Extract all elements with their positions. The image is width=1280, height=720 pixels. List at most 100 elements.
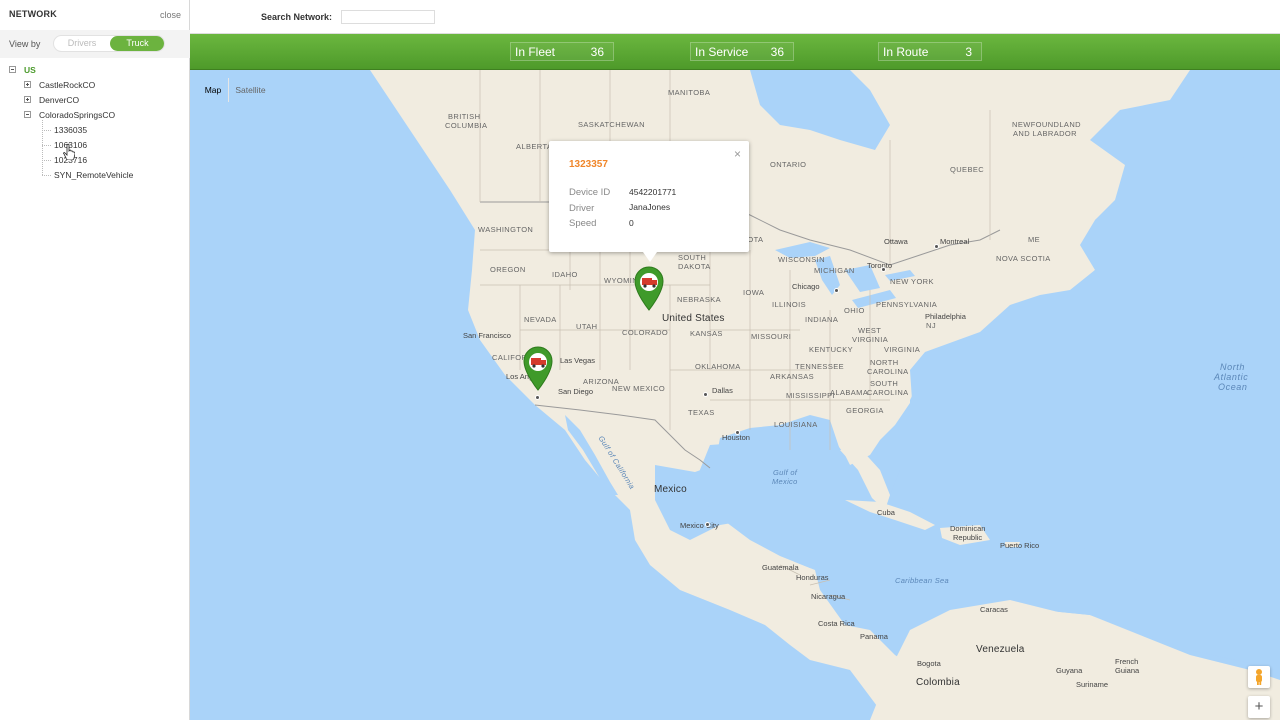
label-san-diego: San Diego [558,387,594,396]
label-united-states: United States [662,313,725,324]
label-toronto: Toronto [867,261,893,270]
stat-label: In Route [883,45,929,59]
label-french-guiana: French [1115,657,1139,666]
tree-node-castlerock[interactable]: CastleRockCO [39,80,95,90]
city-dot-toronto [881,267,886,272]
label-chicago: Chicago [792,282,820,291]
driver-value: JanaJones [629,202,671,212]
label-mexico: Mexico [654,484,687,495]
zoom-in-button[interactable]: + [1248,696,1270,718]
label-west-virginia: WEST [858,326,882,335]
label-texas: TEXAS [688,408,715,417]
label-south-dakota: SOUTH [678,253,707,262]
label-suriname: Suriname [1076,680,1109,689]
label-colorado: COLORADO [622,328,669,337]
stat-label: In Service [695,45,749,59]
label-ontario: ONTARIO [770,160,807,169]
map-canvas[interactable]: MANITOBA BRITISH COLUMBIA ALBERTA SASKAT… [190,70,1280,720]
label-wisconsin: WISCONSIN [778,255,825,264]
search-network-input[interactable] [341,10,435,24]
fleet-stats-bar: In Fleet 36 In Service 36 In Route 3 [190,34,1280,70]
close-icon[interactable]: × [734,147,741,161]
label-idaho: IDAHO [552,270,578,279]
tree-leaf-vehicle[interactable]: SYN_RemoteVehicle [54,170,133,180]
label-indiana: INDIANA [805,315,839,324]
stat-label: In Fleet [515,45,556,59]
label-alberta: ALBERTA [516,142,553,151]
vehicle-info-window: × 1323357 Device ID 4542201771 Driver Ja… [549,141,749,262]
map-type-map-button[interactable]: Map [198,78,228,102]
speed-value: 0 [629,218,634,228]
label-louisiana: LOUISIANA [774,420,818,429]
tree-node-coloradosprings[interactable]: ColoradoSpringsCO [39,110,115,120]
tree-connector [42,130,51,131]
tree-node-us[interactable]: US [24,65,36,75]
stat-value: 36 [770,45,784,59]
street-view-pegman-icon[interactable] [1248,666,1270,688]
label-new-york: NEW YORK [890,277,934,286]
tree-connector [42,120,43,175]
view-by-toggle: Drivers Truck [53,35,165,52]
label-arkansas: ARKANSAS [770,372,815,381]
label-newfoundland: NEWFOUNDLAND [1012,120,1081,129]
label-oregon: OREGON [490,265,526,274]
collapse-toggle-coloradosprings[interactable] [24,111,31,118]
view-drivers-button[interactable]: Drivers [54,36,110,51]
label-puerto-rico: Puerto Rico [1000,541,1040,550]
vehicle-marker-icon[interactable] [632,265,666,311]
label-ohio: OHIO [844,306,865,315]
label-nova-scotia: NOVA SCOTIA [996,254,1051,263]
label-nj: NJ [926,321,936,330]
view-truck-button[interactable]: Truck [110,36,164,51]
label-north-carolina: NORTH [870,358,899,367]
tree-connector [42,175,51,176]
label-panama: Panama [860,632,888,641]
driver-label: Driver [569,203,595,214]
label-mississippi: MISSISSIPPI [786,391,835,400]
label-french-guiana: Guiana [1115,666,1140,675]
city-dot-mexico-city [705,522,710,527]
tree-connector [42,145,51,146]
label-quebec: QUEBEC [950,165,985,174]
map-type-satellite-button[interactable]: Satellite [228,78,272,102]
vehicle-marker-icon[interactable] [521,345,555,391]
view-by-row: View by Drivers Truck [0,30,190,58]
stat-value: 3 [965,45,972,59]
pegman-icon [1256,669,1262,685]
city-dot-dallas [703,392,708,397]
label-honduras: Honduras [796,573,829,582]
label-virginia: VIRGINIA [884,345,921,354]
label-newfoundland: AND LABRADOR [1013,129,1077,138]
label-north-atlantic: North [1220,362,1246,372]
label-kentucky: KENTUCKY [809,345,854,354]
stat-value: 36 [590,45,604,59]
tree-connector [42,160,51,161]
expand-toggle-castlerock[interactable] [24,81,31,88]
label-british-columbia: COLUMBIA [445,121,488,130]
label-ottawa: Ottawa [884,237,908,246]
label-new-mexico: NEW MEXICO [612,384,666,393]
stat-in-fleet: In Fleet 36 [510,42,614,61]
label-north-atlantic: Atlantic [1214,372,1249,382]
collapse-toggle-us[interactable] [9,66,16,73]
search-network-label: Search Network: [261,12,333,22]
city-dot-chicago [834,288,839,293]
label-nevada: NEVADA [524,315,557,324]
label-colombia: Colombia [916,677,960,688]
label-caracas: Caracas [980,605,1008,614]
label-west-virginia: VIRGINIA [852,335,889,344]
label-british-columbia: BRITISH [448,112,481,121]
stat-in-service: In Service 36 [690,42,794,61]
label-bogota: Bogota [917,659,941,668]
tree-leaf-vehicle[interactable]: 1336035 [54,125,87,135]
label-tennessee: TENNESSEE [795,362,845,371]
label-iowa: IOWA [743,288,765,297]
label-cuba: Cuba [877,508,895,517]
expand-toggle-denver[interactable] [24,96,31,103]
label-north-atlantic: Ocean [1218,382,1248,392]
city-dot-san-diego [535,395,540,400]
tree-node-denver[interactable]: DenverCO [39,95,79,105]
label-south-carolina: SOUTH [870,379,899,388]
label-gulf-of-mexico: Gulf of [773,468,798,477]
sidebar-close-link[interactable]: close [160,10,181,20]
